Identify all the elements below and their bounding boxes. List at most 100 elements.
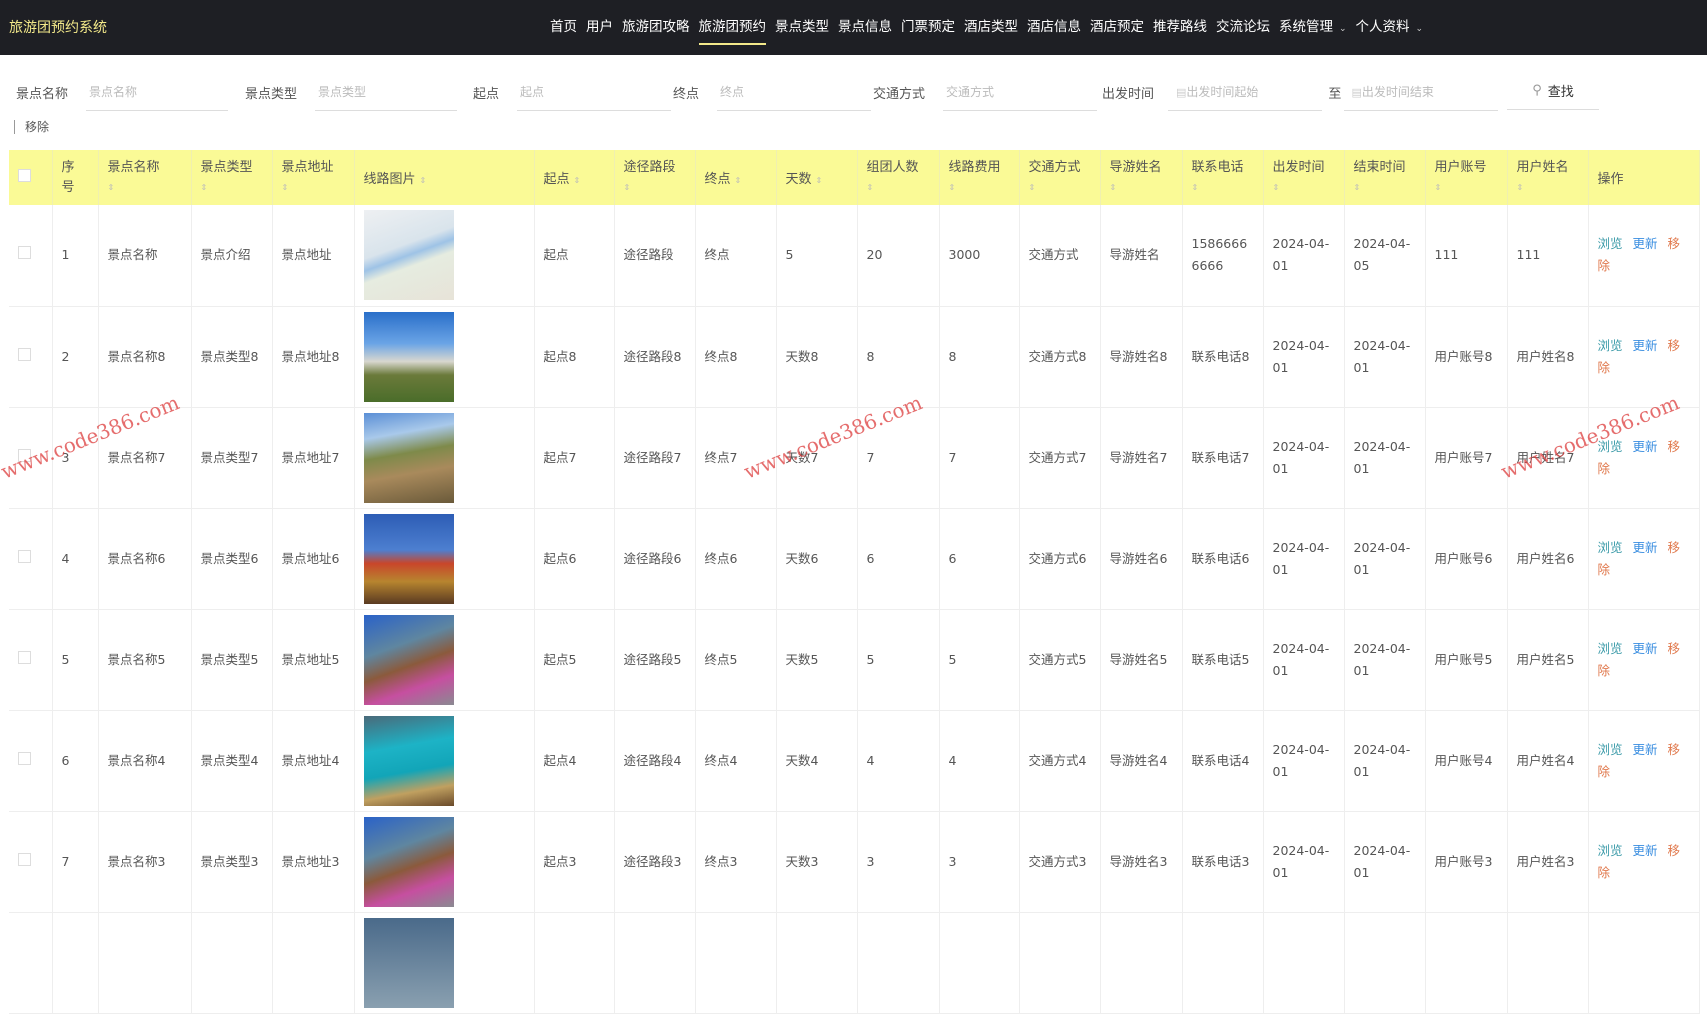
nav-item[interactable]: 门票预定 — [901, 0, 955, 55]
transport-input[interactable] — [943, 73, 1098, 111]
table-cell: 导游姓名3 — [1100, 811, 1183, 913]
find-button[interactable]: ⚲ 查找 — [1507, 72, 1599, 110]
column-header[interactable]: 导游姓名 ⇕ — [1100, 150, 1183, 205]
sort-icon[interactable]: ⇕ — [574, 176, 581, 185]
name-input[interactable] — [86, 73, 229, 111]
select-all-checkbox[interactable] — [18, 169, 31, 182]
type-input[interactable] — [315, 73, 458, 111]
route-image[interactable] — [363, 412, 454, 503]
sort-icon[interactable]: ⇕ — [108, 183, 182, 193]
nav-item[interactable]: 酒店类型 — [964, 0, 1018, 55]
update-button[interactable]: 更新 — [1633, 439, 1658, 454]
sort-icon[interactable]: ⇕ — [1110, 183, 1173, 193]
nav-item[interactable]: 景点类型 — [775, 0, 829, 55]
column-header[interactable]: 线路费用 ⇕ — [939, 150, 1020, 205]
route-image[interactable] — [363, 513, 454, 604]
route-image[interactable] — [363, 210, 454, 301]
sort-icon[interactable]: ⇕ — [949, 183, 1010, 193]
column-header[interactable]: 交通方式 ⇕ — [1019, 150, 1101, 205]
column-header[interactable]: 景点类型 ⇕ — [191, 150, 273, 205]
column-header[interactable]: 景点名称 ⇕ — [98, 150, 192, 205]
sort-icon[interactable]: ⇕ — [1192, 183, 1254, 193]
table-cell: 6 — [857, 508, 940, 610]
sort-icon[interactable]: ⇕ — [282, 183, 345, 193]
update-button[interactable]: 更新 — [1633, 742, 1658, 757]
nav-item[interactable]: 推荐路线 — [1153, 0, 1207, 55]
nav-item[interactable]: 旅游团预约 — [698, 0, 766, 55]
view-button[interactable]: 浏览 — [1598, 236, 1623, 251]
nav-item[interactable]: 系统管理 ⌄ — [1279, 0, 1347, 55]
route-image[interactable] — [363, 917, 454, 1008]
route-image[interactable] — [363, 614, 454, 705]
end-input[interactable] — [717, 73, 872, 111]
column-header[interactable]: 终点 ⇕ — [695, 150, 777, 205]
row-checkbox[interactable] — [18, 549, 31, 563]
column-header[interactable]: 结束时间 ⇕ — [1344, 150, 1426, 205]
view-button[interactable]: 浏览 — [1598, 338, 1623, 353]
column-header[interactable]: 组团人数 ⇕ — [857, 150, 940, 205]
column-header[interactable]: 用户账号 ⇕ — [1425, 150, 1508, 205]
nav-item[interactable]: 酒店预定 — [1090, 0, 1144, 55]
nav-item[interactable]: 个人资料 ⌄ — [1356, 0, 1424, 55]
route-image[interactable] — [363, 816, 454, 907]
update-button[interactable]: 更新 — [1633, 236, 1658, 251]
cell-text: 途径路段4 — [623, 752, 682, 768]
column-header[interactable]: 线路图片 ⇕ — [354, 150, 535, 205]
start-input[interactable] — [517, 73, 672, 111]
actions-cell: 浏览 更新 移除 — [1588, 205, 1700, 307]
view-button[interactable]: 浏览 — [1598, 540, 1623, 555]
nav-item[interactable]: 旅游团攻略 — [622, 0, 690, 55]
cell-text: 2024-04-01 — [1353, 438, 1411, 476]
sort-icon[interactable]: ⇕ — [816, 176, 823, 185]
nav-item[interactable]: 景点信息 — [838, 0, 892, 55]
nav-item[interactable]: 交流论坛 — [1216, 0, 1270, 55]
sort-icon[interactable]: ⇕ — [624, 183, 686, 193]
sort-icon[interactable]: ⇕ — [201, 183, 263, 193]
nav-item[interactable]: 酒店信息 — [1027, 0, 1081, 55]
update-button[interactable]: 更新 — [1633, 843, 1658, 858]
column-header[interactable]: 天数 ⇕ — [776, 150, 858, 205]
column-header[interactable]: 联系电话 ⇕ — [1182, 150, 1264, 205]
depart-from-input[interactable] — [1168, 73, 1323, 111]
update-button[interactable]: 更新 — [1633, 540, 1658, 555]
remove-button[interactable]: 移除 — [14, 120, 49, 134]
to-label: 至 — [1328, 86, 1342, 102]
sort-icon[interactable]: ⇕ — [735, 176, 742, 185]
sort-icon[interactable]: ⇕ — [867, 183, 930, 193]
row-checkbox[interactable] — [18, 852, 31, 866]
column-header[interactable]: 起点 ⇕ — [534, 150, 615, 205]
label: 出发时间 — [1102, 86, 1155, 102]
row-checkbox[interactable] — [18, 448, 31, 462]
nav-item[interactable]: 首页 — [550, 0, 577, 55]
row-checkbox[interactable] — [18, 347, 31, 361]
row-checkbox[interactable] — [18, 650, 31, 664]
update-button[interactable]: 更新 — [1633, 641, 1658, 656]
view-button[interactable]: 浏览 — [1598, 439, 1623, 454]
cell-text: 111 — [1516, 247, 1541, 263]
sort-icon[interactable]: ⇕ — [1354, 183, 1416, 193]
column-header[interactable]: 用户姓名 ⇕ — [1507, 150, 1589, 205]
view-button[interactable]: 浏览 — [1598, 641, 1623, 656]
view-button[interactable]: 浏览 — [1598, 742, 1623, 757]
view-button[interactable]: 浏览 — [1598, 843, 1623, 858]
sort-icon[interactable]: ⇕ — [1435, 183, 1498, 193]
nav-item[interactable]: 用户 — [586, 0, 613, 55]
sort-icon[interactable]: ⇕ — [1029, 183, 1091, 193]
update-button[interactable]: 更新 — [1633, 338, 1658, 353]
cell-text: 导游姓名8 — [1109, 348, 1168, 364]
sort-icon[interactable]: ⇕ — [1517, 183, 1579, 193]
table-cell: 2024-04-01 — [1344, 710, 1426, 812]
column-header[interactable]: 出发时间 ⇕ — [1263, 150, 1345, 205]
table-cell: 8 — [857, 306, 940, 408]
sort-icon[interactable]: ⇕ — [420, 176, 427, 185]
column-header[interactable]: 景点地址 ⇕ — [272, 150, 355, 205]
column-header[interactable]: 途径路段 ⇕ — [614, 150, 696, 205]
depart-to-input[interactable] — [1343, 73, 1498, 111]
route-image[interactable] — [363, 311, 454, 402]
route-image[interactable] — [363, 715, 454, 806]
row-checkbox[interactable] — [18, 246, 31, 260]
cell-text: 联系电话5 — [1191, 651, 1250, 667]
row-checkbox[interactable] — [18, 751, 31, 765]
table-cell: 3 — [939, 811, 1020, 913]
sort-icon[interactable]: ⇕ — [1273, 183, 1335, 193]
